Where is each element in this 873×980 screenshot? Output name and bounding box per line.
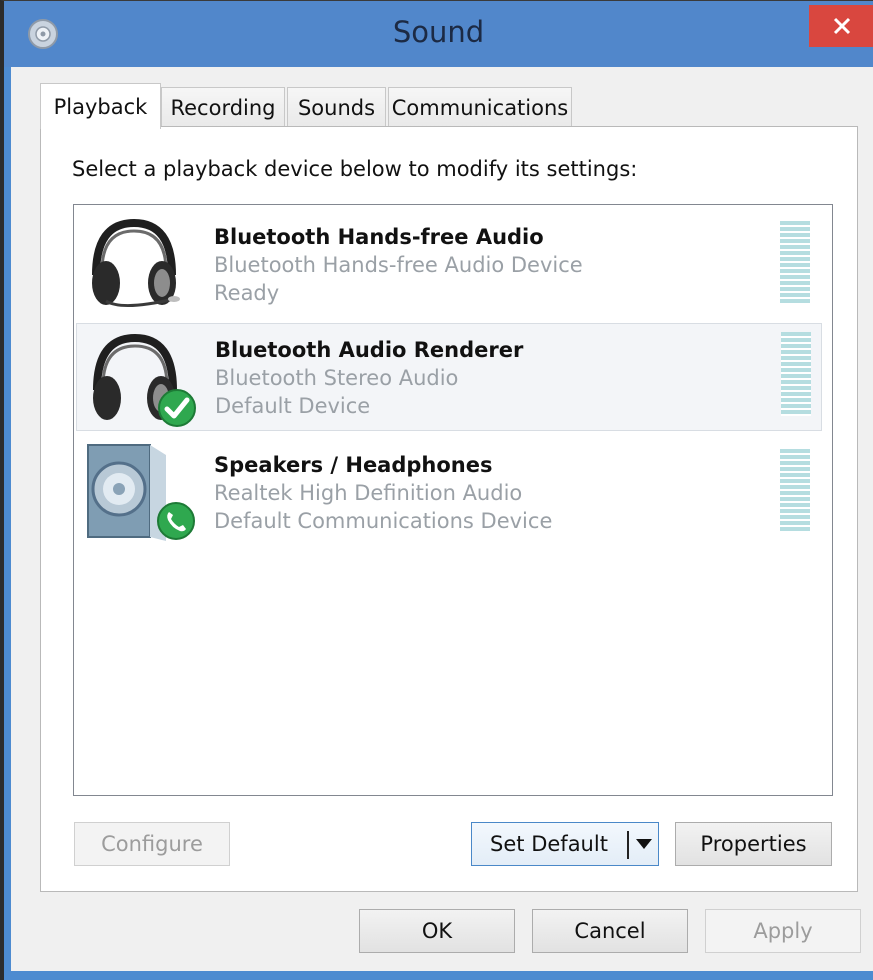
chevron-down-icon[interactable]: [630, 823, 658, 865]
device-row-speakers-headphones[interactable]: Speakers / Headphones Realtek High Defin…: [76, 437, 822, 545]
device-description: Bluetooth Stereo Audio: [215, 366, 459, 390]
device-status: Default Communications Device: [214, 509, 553, 533]
ok-button[interactable]: OK: [359, 909, 515, 953]
title-bar[interactable]: Sound: [4, 1, 873, 67]
device-row-bluetooth-hands-free[interactable]: Bluetooth Hands-free Audio Bluetooth Han…: [76, 209, 822, 317]
tab-sounds[interactable]: Sounds: [287, 87, 386, 127]
volume-level-meter: [780, 221, 810, 305]
device-description: Bluetooth Hands-free Audio Device: [214, 253, 583, 277]
volume-level-meter: [780, 449, 810, 533]
tab-playback[interactable]: Playback: [40, 83, 161, 129]
device-status: Default Device: [215, 394, 371, 418]
playback-panel: Select a playback device below to modify…: [40, 126, 858, 892]
device-name: Bluetooth Hands-free Audio: [214, 225, 544, 249]
set-default-split-button[interactable]: Set Default: [471, 822, 659, 866]
instruction-text: Select a playback device below to modify…: [72, 157, 638, 181]
window-title: Sound: [392, 15, 485, 49]
device-status: Ready: [214, 281, 280, 305]
headset-icon: [92, 218, 180, 308]
tab-communications[interactable]: Communications: [388, 87, 572, 127]
device-name: Speakers / Headphones: [214, 453, 493, 477]
volume-level-meter: [781, 332, 811, 416]
split-divider: [627, 831, 629, 859]
properties-button[interactable]: Properties: [675, 822, 832, 866]
default-checkmark-icon: [158, 389, 196, 427]
device-row-bluetooth-audio-renderer[interactable]: Bluetooth Audio Renderer Bluetooth Stere…: [76, 323, 822, 431]
device-description: Realtek High Definition Audio: [214, 481, 523, 505]
tab-recording[interactable]: Recording: [161, 87, 285, 127]
apply-button[interactable]: Apply: [705, 909, 861, 953]
configure-button[interactable]: Configure: [74, 822, 230, 866]
cancel-button[interactable]: Cancel: [532, 909, 688, 953]
set-default-button[interactable]: Set Default: [472, 823, 626, 865]
communications-phone-icon: [157, 502, 195, 540]
close-icon: [833, 17, 851, 35]
device-list[interactable]: Bluetooth Hands-free Audio Bluetooth Han…: [73, 204, 833, 796]
device-name: Bluetooth Audio Renderer: [215, 338, 524, 362]
sound-dialog: Sound Playback Recording Sounds Communic…: [0, 0, 873, 980]
close-button[interactable]: [809, 5, 873, 47]
dialog-client-area: Playback Recording Sounds Communications…: [11, 67, 873, 971]
